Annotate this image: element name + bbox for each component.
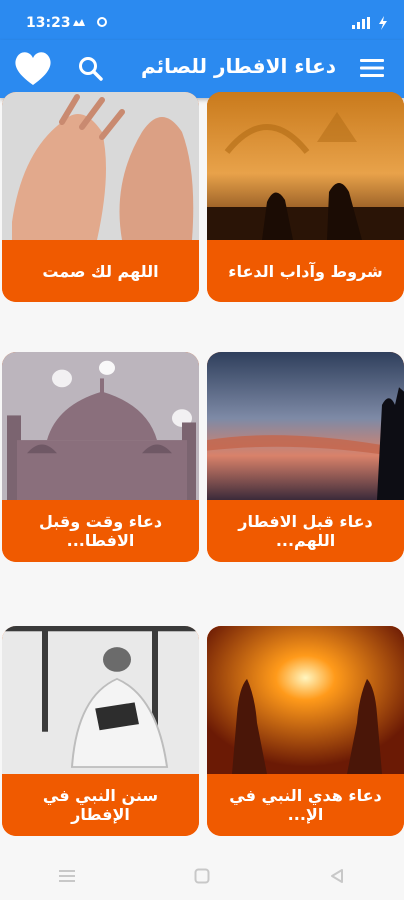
card-prophet-guidance[interactable]: دعاء هدي النبي في الإ... (207, 626, 404, 836)
favorites-button[interactable] (12, 48, 54, 88)
back-icon (330, 869, 343, 883)
card-caption: دعاء قبل الافطار اللهم... (207, 500, 404, 562)
search-icon (79, 57, 103, 81)
card-caption: شروط وآداب الدعاء (207, 240, 404, 302)
card-image-hands-sun (207, 626, 404, 774)
signal-icon (352, 17, 370, 29)
battery-charging-icon (379, 16, 387, 30)
card-image-silhouettes-sunset (207, 92, 404, 240)
status-bar: 13:23 (0, 0, 404, 40)
search-button[interactable] (76, 54, 106, 84)
card-caption: دعاء وقت وقبل الافطا... (2, 500, 199, 562)
recent-apps-button[interactable] (47, 856, 87, 896)
app-title: دعاء الافطار للصائم (140, 54, 336, 78)
home-button[interactable] (182, 856, 222, 896)
heart-icon (15, 52, 51, 85)
card-image-praying-hands (2, 92, 199, 240)
card-image-mosque-domes (2, 352, 199, 500)
card-caption: اللهم لك صمت (2, 240, 199, 302)
notification-icon (73, 19, 85, 26)
home-icon (194, 868, 210, 884)
back-button[interactable] (317, 856, 357, 896)
card-allahumma-laka-sumtu[interactable]: اللهم لك صمت (2, 92, 199, 302)
menu-button[interactable] (358, 54, 386, 82)
card-dua-time-before-iftar[interactable]: دعاء وقت وقبل الافطا... (2, 352, 199, 562)
card-conditions-etiquette[interactable]: شروط وآداب الدعاء (207, 92, 404, 302)
menu-icon (360, 59, 384, 77)
card-caption: دعاء هدي النبي في الإ... (207, 774, 404, 836)
app-bar: دعاء الافطار للصائم (0, 40, 404, 98)
status-time: 13:23 (26, 15, 71, 31)
card-caption: سنن النبي في الإفطار (2, 774, 199, 836)
card-image-man-reading-quran (2, 626, 199, 774)
app-notification-icon (97, 17, 107, 27)
system-nav-bar (0, 852, 404, 900)
card-image-cliff-dusk (207, 352, 404, 500)
card-dua-before-iftar[interactable]: دعاء قبل الافطار اللهم... (207, 352, 404, 562)
recent-apps-icon (59, 870, 76, 882)
card-prophet-sunnah-iftar[interactable]: سنن النبي في الإفطار (2, 626, 199, 836)
